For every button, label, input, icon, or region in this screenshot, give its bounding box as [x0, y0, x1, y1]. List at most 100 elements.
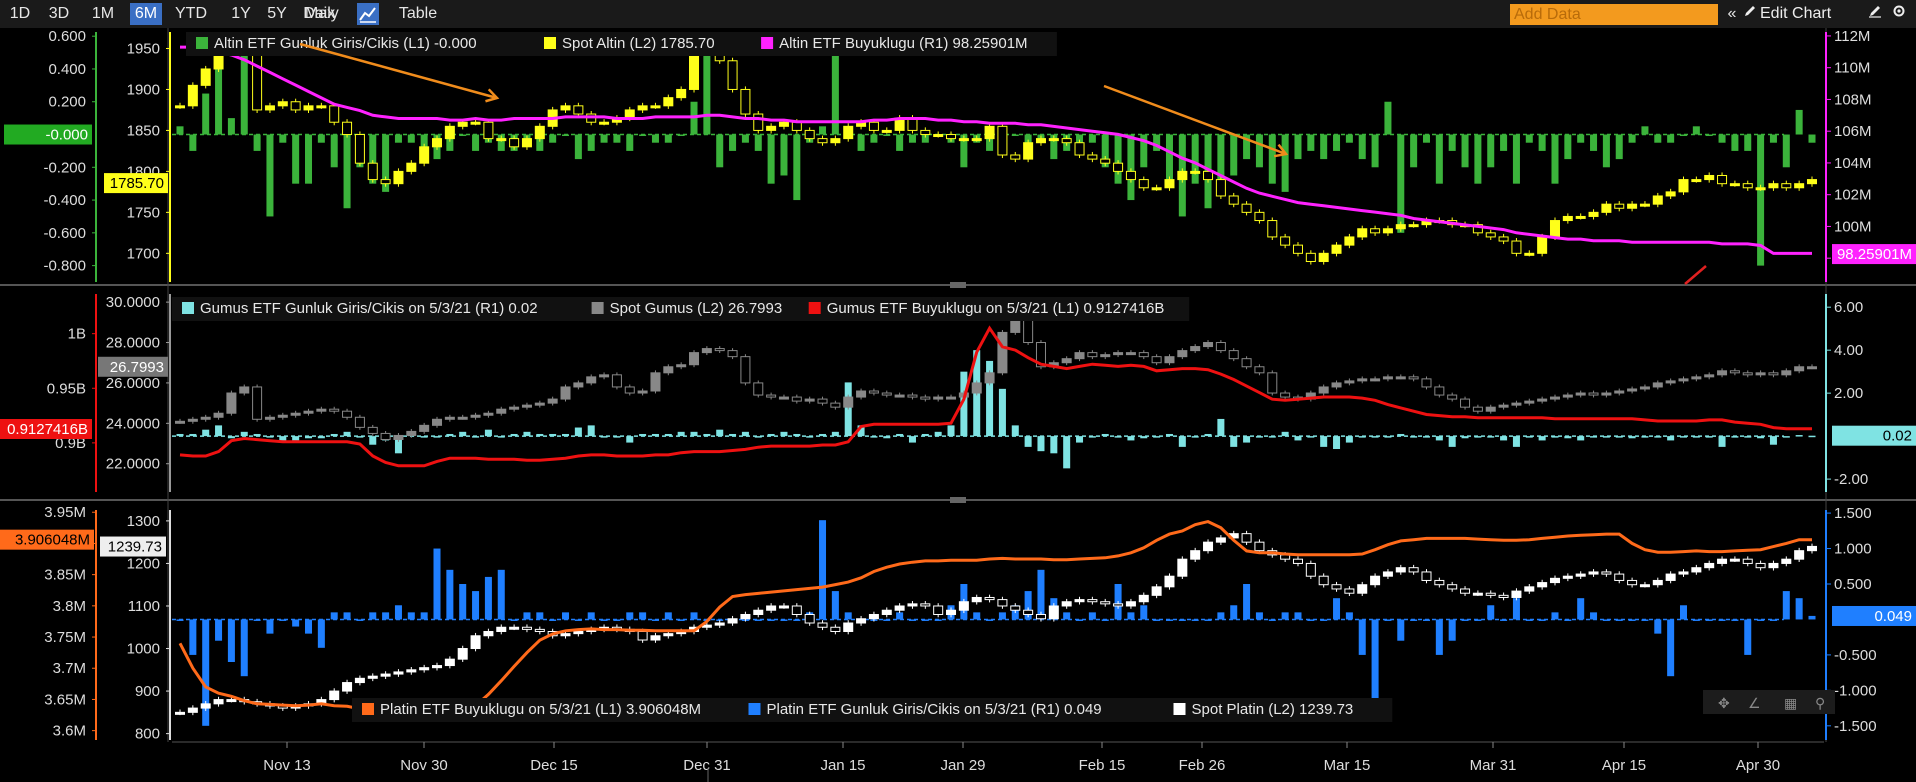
add-data-input[interactable]: Add Data [1510, 4, 1718, 25]
draw-icon[interactable]: ∠ [1748, 695, 1761, 711]
flow-bar [1165, 433, 1173, 437]
flow-bar [1692, 619, 1700, 621]
flow-bar [896, 134, 904, 151]
candle-body [663, 97, 674, 107]
candle-body [1395, 567, 1406, 573]
flow-bar [793, 433, 801, 437]
flow-bar [304, 134, 313, 184]
candle-body [187, 84, 198, 107]
candle-body [817, 398, 828, 404]
flow-bar [1474, 134, 1482, 184]
flow-bar [1397, 134, 1405, 233]
candle-body [689, 352, 700, 366]
flow-bar [934, 431, 942, 437]
flow-bar [420, 436, 428, 438]
flow-bar [921, 433, 929, 437]
flow-bar [1076, 619, 1084, 621]
candle-body [406, 430, 417, 436]
settings-icon[interactable] [1890, 3, 1908, 25]
flow-bar [266, 619, 274, 634]
flow-bar [1101, 619, 1109, 621]
candle-body [342, 410, 353, 418]
candle-body [766, 394, 777, 398]
candle-body [1010, 605, 1021, 611]
candle-body [277, 414, 288, 418]
flow-bar [1538, 436, 1546, 441]
flow-bar [562, 612, 570, 620]
move-icon[interactable]: ✥ [1718, 695, 1730, 711]
flow-bar [1024, 436, 1032, 447]
flow-bar [1011, 134, 1019, 137]
flow-bar [1448, 134, 1456, 151]
range-button-3d[interactable]: 3D [42, 3, 76, 25]
legend-swatch [591, 302, 604, 314]
candle-body [1125, 352, 1136, 356]
flow-bar [176, 619, 184, 621]
left1-tick-label: 0.95B [47, 380, 86, 397]
flow-bar [536, 433, 544, 437]
candle-body [1125, 601, 1136, 607]
candle-body [1190, 170, 1201, 174]
candle-body [1382, 228, 1393, 234]
candle-body [444, 125, 455, 140]
flow-bar [189, 134, 197, 151]
right-tick-label: 4.00 [1834, 342, 1863, 359]
candle-body [1742, 183, 1753, 189]
candle-body [881, 392, 892, 396]
candle-body [1215, 537, 1226, 543]
flow-bar [407, 612, 415, 620]
candle-body [997, 125, 1008, 156]
zoom-tools[interactable]: ✥ ∠ ▦ ⚲ [1703, 690, 1835, 714]
candle-body [1781, 370, 1792, 376]
edit-chart-button[interactable]: Edit Chart [1760, 3, 1831, 25]
panel-resize-handle[interactable] [950, 282, 966, 288]
candle-body [1537, 398, 1548, 402]
candle-body [1370, 228, 1381, 234]
flow-bar [1474, 619, 1482, 621]
flow-bar [574, 134, 582, 160]
panel-resize-handle[interactable] [950, 497, 966, 503]
flow-bar [587, 425, 595, 437]
flow-bar [1307, 619, 1315, 621]
table-button[interactable]: Table [396, 3, 440, 25]
range-button-6m[interactable]: 6M [130, 3, 162, 25]
candle-body [200, 68, 211, 86]
flow-bar [1088, 134, 1096, 143]
frequency-dropdown[interactable]: Daily ▼ [294, 3, 348, 44]
spot-last-tag: 1785.70 [110, 175, 164, 192]
flow-bar [729, 433, 737, 437]
range-button-1y[interactable]: 1Y [225, 3, 257, 25]
flow-bar [716, 134, 724, 168]
flow-bar [215, 425, 223, 437]
flow-bar [459, 584, 467, 620]
candle-body [354, 416, 365, 428]
edit-icon[interactable] [1866, 3, 1884, 25]
grid-icon[interactable]: ▦ [1784, 695, 1797, 711]
candle-body [1241, 203, 1252, 213]
flow-bar [1410, 134, 1418, 168]
range-button-1d[interactable]: 1D [6, 3, 34, 25]
candle-body [380, 179, 391, 185]
candle-body [1074, 599, 1085, 603]
flow-bar [767, 134, 775, 184]
collapse-icon[interactable]: « [1724, 3, 1740, 25]
range-button-ytd[interactable]: YTD [170, 3, 212, 25]
left2-tick-label: 800 [135, 726, 160, 743]
candle-body [830, 402, 841, 408]
line-chart-icon[interactable] [357, 3, 379, 25]
range-button-1m[interactable]: 1M [86, 3, 120, 25]
flow-bar [1538, 619, 1546, 621]
flow-bar [1679, 134, 1688, 137]
candle-body [1562, 394, 1573, 398]
pencil-icon[interactable] [1742, 3, 1758, 25]
left2-tick-label: 22.0000 [106, 456, 160, 473]
flow-bar [767, 433, 775, 437]
flow-bar [266, 436, 274, 438]
zoom-icon[interactable]: ⚲ [1815, 695, 1825, 711]
candle-body [753, 113, 764, 131]
candle-body [1190, 346, 1201, 352]
candle-body [1292, 558, 1303, 564]
candle-body [1588, 392, 1599, 396]
range-button-5y[interactable]: 5Y [262, 3, 292, 25]
flow-bar [266, 134, 274, 217]
